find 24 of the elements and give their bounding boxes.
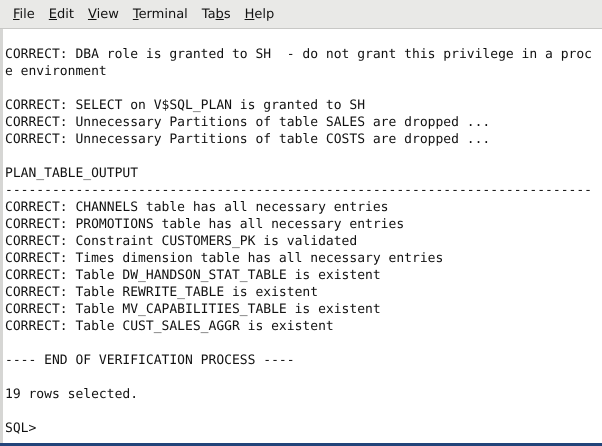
terminal-line: PLAN_TABLE_OUTPUT: [5, 165, 138, 182]
menu-item[interactable]: Edit: [42, 4, 81, 24]
terminal-line: CORRECT: Times dimension table has all necessary entries: [5, 250, 444, 267]
terminal-line: ---------------------------------------------------------------------------: [5, 182, 592, 199]
terminal-line: SQL>: [5, 420, 36, 437]
menu-item[interactable]: Terminal: [126, 4, 195, 24]
terminal-line: CORRECT: CHANNELS table has all necessary entries: [5, 199, 389, 216]
terminal-line: CORRECT: Unnecessary Partitions of table SALES are dropped ...: [5, 114, 490, 131]
terminal-line: CORRECT: Table CUST_SALES_AGGR is existent: [5, 318, 334, 335]
terminal-line: CORRECT: Table DW_HANDSON_STAT_TABLE is existent: [5, 267, 381, 284]
terminal-line: CORRECT: DBA role is granted to SH - do not grant this privilege in a proc: [5, 46, 592, 63]
terminal-line: CORRECT: Constraint CUSTOMERS_PK is validated: [5, 233, 358, 250]
terminal-line: CORRECT: Unnecessary Partitions of table COSTS are dropped ...: [5, 131, 490, 148]
menu-item[interactable]: View: [80, 4, 126, 24]
terminal-line: e environment: [5, 63, 107, 80]
terminal-line: 19 rows selected.: [5, 386, 138, 403]
terminal-line: ---- END OF VERIFICATION PROCESS ----: [5, 352, 295, 369]
terminal-line: CORRECT: SELECT on V$SQL_PLAN is granted to SH: [5, 97, 366, 114]
menu-item[interactable]: File: [6, 4, 42, 24]
menu-item[interactable]: Help: [238, 4, 282, 24]
terminal-line: CORRECT: Table MV_CAPABILITIES_TABLE is existent: [5, 301, 381, 318]
menu-item[interactable]: Tabs: [194, 4, 238, 24]
terminal-line: CORRECT: Table REWRITE_TABLE is existent: [5, 284, 318, 301]
terminal-line: CORRECT: PROMOTIONS table has all necessary entries: [5, 216, 404, 233]
